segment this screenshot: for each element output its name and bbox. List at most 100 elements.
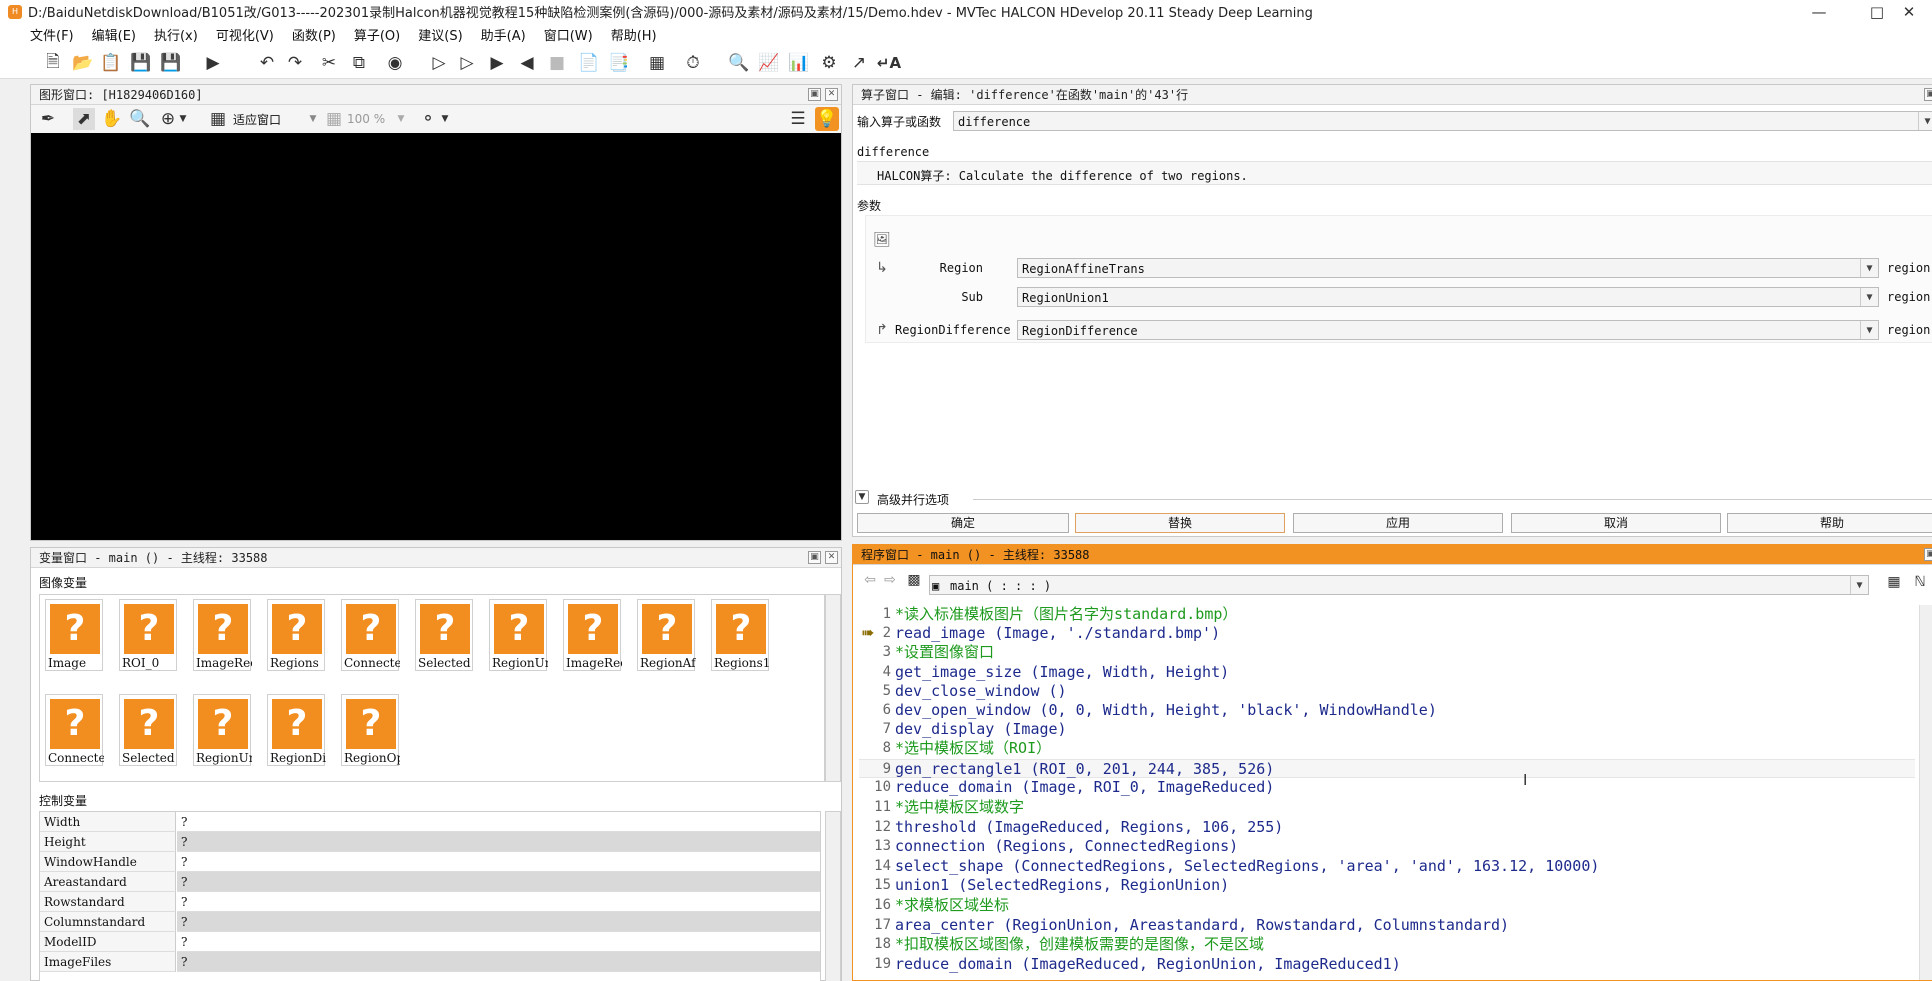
line-profile-icon[interactable]: ↗ [848, 52, 870, 74]
control-variable-row[interactable]: ImageFiles? [40, 952, 820, 972]
code-line[interactable]: 15 union1 (SelectedRegions, RegionUnion) [859, 876, 1915, 895]
image-variable[interactable]: ? Regions [267, 599, 325, 671]
cancel-button[interactable]: 取消 [1511, 513, 1721, 533]
code-line[interactable]: 2 read_image (Image, './standard.bmp') [859, 624, 1915, 643]
close-button[interactable]: ✕ [1886, 0, 1932, 23]
shape-chevron-down-icon[interactable]: ▼ [439, 108, 451, 130]
image-variable[interactable]: ? RegionUn [489, 599, 548, 671]
fit-window-icon[interactable]: ▦ [207, 108, 229, 130]
menu-window[interactable]: 窗口(W) [544, 25, 593, 44]
code-line[interactable]: 9 gen_rectangle1 (ROI_0, 201, 244, 385, 5… [859, 758, 1915, 778]
code-line[interactable]: 8 *选中模板区域（ROI） [859, 739, 1915, 758]
procedure-chevron-icon[interactable]: ▼ [1850, 576, 1868, 594]
code-line[interactable]: 10 reduce_domain (Image, ROI_0, ImageRedu… [859, 778, 1915, 797]
save-all-icon[interactable]: 💾 [160, 52, 182, 74]
code-editor[interactable]: 1 *读入标准模板图片（图片名字为standard.bmp） 2 read_image… [859, 605, 1915, 980]
param-sub-chevron-icon[interactable]: ▼ [1860, 288, 1878, 306]
feature-histogram-icon[interactable]: ⚙ [818, 52, 840, 74]
control-variable-row[interactable]: Areastandard? [40, 872, 820, 892]
menu-file[interactable]: 文件(F) [30, 25, 74, 44]
copy-icon[interactable]: ⧉ [348, 52, 370, 74]
zoom-in-icon[interactable]: ⊕ [157, 108, 179, 130]
back-icon[interactable]: ⇦ [859, 569, 881, 591]
image-variable[interactable]: ? Selected [415, 599, 473, 671]
control-variable-row[interactable]: Width? [40, 812, 820, 832]
code-line[interactable]: 6 dev_open_window (0, 0, Width, Height, '… [859, 701, 1915, 720]
step-back-icon[interactable]: ◀ [516, 52, 538, 74]
forward-icon[interactable]: ⇨ [879, 569, 901, 591]
fit-chevron-down-icon[interactable]: ▼ [307, 108, 319, 130]
replace-button[interactable]: 替换 [1075, 513, 1285, 533]
image-variable[interactable]: ? RegionDi [267, 694, 326, 766]
ok-button[interactable]: 确定 [857, 513, 1069, 533]
param-regiondiff-input[interactable]: RegionDifference ▼ [1017, 320, 1879, 340]
menu-help[interactable]: 帮助(H) [611, 25, 657, 44]
operator-dropdown-chevron-icon[interactable]: ▼ [1918, 112, 1932, 130]
clear-window-icon[interactable]: ▦ [646, 52, 668, 74]
control-variable-row[interactable]: WindowHandle? [40, 852, 820, 872]
zoom-level[interactable]: 100 % [347, 112, 385, 126]
param-regiondiff-chevron-icon[interactable]: ▼ [1860, 321, 1878, 339]
image-variable[interactable]: ? ROI_0 [119, 599, 177, 671]
code-line[interactable]: 19 reduce_domain (ImageReduced, RegionUni… [859, 955, 1915, 974]
minimize-button[interactable]: — [1796, 0, 1842, 23]
image-variable[interactable]: ? RegionAf [637, 599, 696, 671]
record-icon[interactable]: ▶ [202, 52, 224, 74]
operator-input[interactable]: difference ▼ [953, 111, 1932, 131]
image-variable[interactable]: ? Connecte [341, 599, 400, 671]
open-file-icon[interactable]: 📂 [72, 52, 94, 74]
histogram-icon[interactable]: 📊 [788, 52, 810, 74]
code-line[interactable]: 5 dev_close_window () [859, 682, 1915, 701]
redo-icon[interactable]: ↷ [284, 52, 306, 74]
open-recent-icon[interactable]: 📋 [100, 52, 122, 74]
reset-program-icon[interactable]: 📑 [608, 52, 630, 74]
reset-icon[interactable]: 📄 [578, 52, 600, 74]
menu-execute[interactable]: 执行(x) [154, 25, 198, 44]
run-to-icon[interactable]: ▷ [456, 52, 478, 74]
control-variables-scrollbar[interactable] [825, 811, 841, 981]
code-line[interactable]: 7 dev_display (Image) [859, 720, 1915, 739]
image-variable[interactable]: ? Connecte [45, 694, 104, 766]
procedure-selector[interactable]: ▣ main ( : : : ) ▼ [929, 575, 1869, 595]
brush-icon[interactable]: ✒ [37, 108, 59, 130]
code-line[interactable]: 16 *求模板区域坐标 [859, 896, 1915, 915]
ocr-icon[interactable]: ↵A [877, 52, 901, 74]
code-line[interactable]: 3 *设置图像窗口 [859, 643, 1915, 662]
image-variable[interactable]: ? RegionOp [341, 694, 400, 766]
code-line[interactable]: 17 area_center (RegionUnion, Areastandard… [859, 916, 1915, 935]
save-icon[interactable]: 💾 [130, 52, 152, 74]
menu-edit[interactable]: 编辑(E) [92, 25, 136, 44]
float-program-icon[interactable]: ▣ [1924, 548, 1932, 561]
code-line[interactable]: 18 *扣取模板区域图像，创建模板需要的是图像，不是区域 [859, 935, 1915, 954]
help-button[interactable]: 帮助 [1727, 513, 1932, 533]
gray-histogram-icon[interactable]: 📈 [758, 52, 780, 74]
cut-icon[interactable]: ✂ [318, 52, 340, 74]
float-icon[interactable]: ▣ [808, 88, 821, 101]
image-variable[interactable]: ? Selected [119, 694, 177, 766]
chevron-down-icon[interactable]: ▼ [177, 108, 189, 130]
advanced-expand-chevron-icon[interactable]: ▼ [855, 490, 869, 504]
advanced-options-label[interactable]: 高级并行选项 [877, 491, 949, 508]
param-region-chevron-icon[interactable]: ▼ [1860, 259, 1878, 277]
pointer-icon[interactable]: ⬈ [73, 108, 95, 130]
menu-procedures[interactable]: 函数(P) [292, 25, 336, 44]
new-file-icon[interactable]: 🗎 [42, 52, 64, 74]
float-operator-icon[interactable]: ▣ [1924, 88, 1932, 101]
zoom-window-icon[interactable]: 🔍 [728, 52, 750, 74]
menu-suggestions[interactable]: 建议(S) [418, 25, 462, 44]
interface-icon[interactable]: ℕ [1909, 571, 1931, 593]
close-variable-icon[interactable]: ✕ [825, 551, 838, 564]
image-variable[interactable]: ? ImageRed [193, 599, 252, 671]
magnifier-icon[interactable]: 🔍 [129, 108, 151, 130]
code-line[interactable]: 11 *选中模板区域数字 [859, 798, 1915, 817]
code-scrollbar[interactable] [1919, 605, 1932, 980]
image-variable[interactable]: ? Image [45, 599, 103, 671]
lightbulb-icon[interactable]: 💡 [815, 107, 839, 131]
menu-visualization[interactable]: 可视化(V) [216, 25, 274, 44]
code-line[interactable]: 4 get_image_size (Image, Width, Height) [859, 663, 1915, 682]
code-line[interactable]: 14 select_shape (ConnectedRegions, Select… [859, 857, 1915, 876]
float-variable-icon[interactable]: ▣ [808, 551, 821, 564]
menu-assistants[interactable]: 助手(A) [481, 25, 526, 44]
code-line[interactable]: 1 *读入标准模板图片（图片名字为standard.bmp） [859, 605, 1915, 624]
param-sub-input[interactable]: RegionUnion1 ▼ [1017, 287, 1879, 307]
